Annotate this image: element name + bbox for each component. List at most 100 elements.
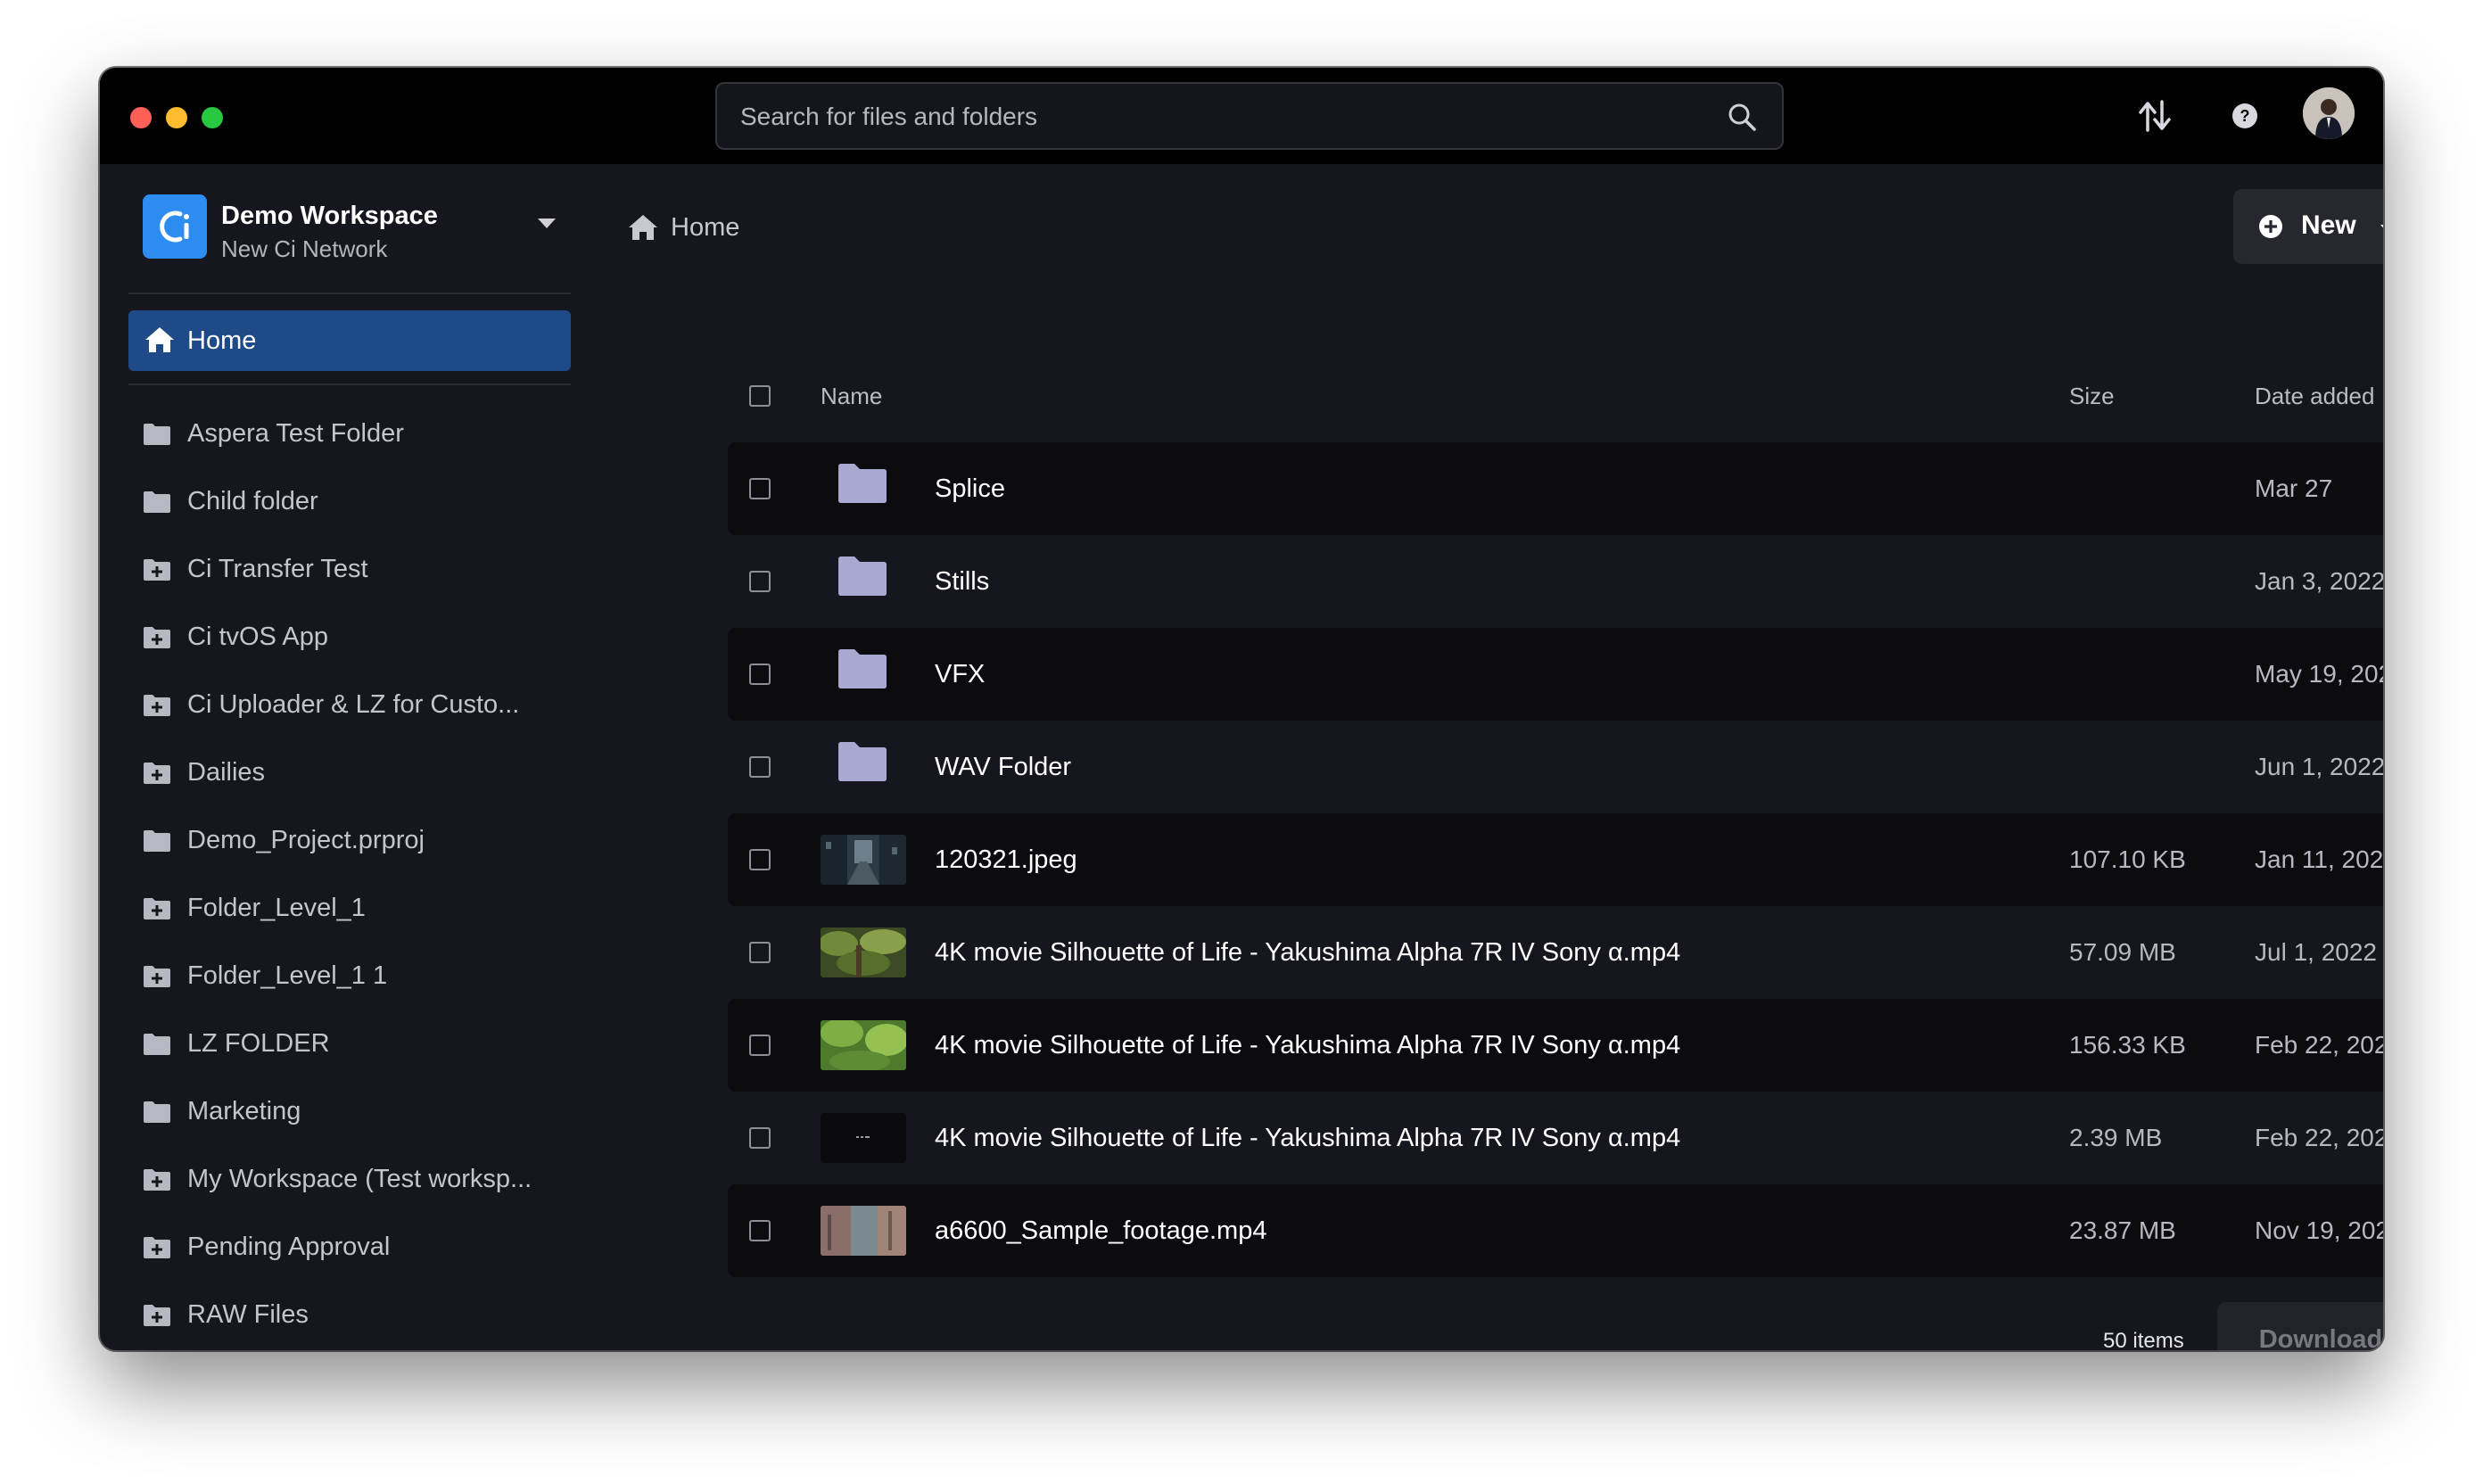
file-name: 4K movie Silhouette of Life - Yakushima … (935, 1124, 1681, 1152)
sidebar-item-label: Dailies (187, 758, 266, 787)
workspace-network: New Ci Network (221, 235, 388, 262)
sidebar-item-label: Demo_Project.prproj (187, 826, 425, 854)
app-window: ? Demo Workspace New Ci Network (100, 68, 2383, 1350)
file-size: 23.87 MB (2069, 1216, 2176, 1244)
video-thumbnail (821, 928, 906, 977)
sidebar-item[interactable]: Dailies (128, 740, 571, 808)
sidebar: Demo Workspace New Ci Network Home Asper… (100, 164, 599, 1350)
table-row[interactable]: 120321.jpeg 107.10 KB Jan 11, 2022 (728, 813, 2383, 906)
row-checkbox[interactable] (749, 1127, 771, 1149)
close-window-button[interactable] (130, 107, 152, 128)
sidebar-item-label: Home (187, 326, 257, 355)
file-name: 4K movie Silhouette of Life - Yakushima … (935, 938, 1681, 967)
table-row[interactable]: 4K movie Silhouette of Life - Yakushima … (728, 1092, 2383, 1184)
table-row[interactable]: WAV Folder Jun 1, 2022 (728, 721, 2383, 813)
file-name: 4K movie Silhouette of Life - Yakushima … (935, 1031, 1681, 1059)
download-button[interactable]: Download (2217, 1302, 2383, 1350)
file-date: Jun 1, 2022 (2255, 753, 2383, 780)
chevron-down-icon (2380, 223, 2383, 239)
workspace-name[interactable]: Demo Workspace (221, 202, 438, 231)
workspace-chevron-down-icon[interactable] (537, 218, 557, 235)
sidebar-item[interactable]: LZ FOLDER (128, 1011, 571, 1079)
folder-plus-icon (143, 897, 171, 925)
sidebar-item-label: Ci tvOS App (187, 622, 328, 651)
breadcrumb-home-icon[interactable] (628, 214, 658, 245)
sidebar-item-label: Pending Approval (187, 1233, 391, 1261)
help-icon[interactable]: ? (2231, 102, 2259, 135)
select-all-checkbox[interactable] (749, 385, 771, 407)
file-date: Jul 1, 2022 (2255, 938, 2377, 966)
sidebar-item-label: RAW Files (187, 1300, 309, 1329)
table-row[interactable]: 4K movie Silhouette of Life - Yakushima … (728, 906, 2383, 999)
table-row[interactable]: 4K movie Silhouette of Life - Yakushima … (728, 999, 2383, 1092)
sidebar-item-label: Child folder (187, 487, 318, 515)
folder-plus-icon (143, 1236, 171, 1264)
column-header-name[interactable]: Name (821, 383, 882, 410)
folder-plus-icon (143, 1168, 171, 1196)
sidebar-item[interactable]: Ci tvOS App (128, 605, 571, 672)
new-button-label: New (2301, 210, 2356, 240)
main-content: Home New Name Size Date added Splice Mar… (599, 164, 2383, 1350)
row-checkbox[interactable] (749, 849, 771, 870)
zoom-window-button[interactable] (202, 107, 223, 128)
folder-plus-icon (143, 762, 171, 789)
folder-icon (837, 740, 888, 787)
search-icon[interactable] (1727, 102, 1757, 136)
new-button[interactable]: New (2233, 189, 2383, 264)
sidebar-item-label: LZ FOLDER (187, 1029, 330, 1058)
home-icon (144, 326, 175, 358)
row-checkbox[interactable] (749, 664, 771, 685)
table-row[interactable]: VFX May 19, 2022 (728, 628, 2383, 721)
video-thumbnail (821, 1020, 906, 1070)
row-checkbox[interactable] (749, 756, 771, 778)
column-header-size[interactable]: Size (2069, 383, 2115, 410)
folder-plus-icon (143, 1304, 171, 1331)
sidebar-item-home[interactable]: Home (128, 310, 571, 371)
item-count: 50 items (2103, 1329, 2184, 1350)
sidebar-item-label: Folder_Level_1 (187, 894, 366, 922)
search-input[interactable] (738, 84, 1705, 150)
sidebar-item[interactable]: Folder_Level_1 1 (128, 944, 571, 1011)
sidebar-item[interactable]: Child folder (128, 469, 571, 537)
row-checkbox[interactable] (749, 1220, 771, 1241)
row-checkbox[interactable] (749, 571, 771, 592)
sidebar-item[interactable]: Pending Approval (128, 1215, 571, 1282)
sidebar-item-label: My Workspace (Test worksp... (187, 1165, 532, 1193)
minimize-window-button[interactable] (166, 107, 187, 128)
sidebar-item[interactable]: Demo_Project.prproj (128, 808, 571, 876)
file-name: WAV Folder (935, 753, 1072, 781)
table-row[interactable]: a6600_Sample_footage.mp4 23.87 MB Nov 19… (728, 1184, 2383, 1277)
sidebar-item-label: Ci Uploader & LZ for Custo... (187, 690, 520, 719)
sidebar-item[interactable]: Folder_Level_1 (128, 876, 571, 944)
file-date: Jan 3, 2022 (2255, 567, 2383, 595)
folder-icon (837, 462, 888, 509)
row-checkbox[interactable] (749, 478, 771, 499)
sidebar-item[interactable]: Ci Transfer Test (128, 537, 571, 605)
sidebar-item[interactable]: Ci Uploader & LZ for Custo... (128, 672, 571, 740)
sidebar-item-label: Marketing (187, 1097, 301, 1125)
file-name: a6600_Sample_footage.mp4 (935, 1216, 1267, 1245)
sidebar-item[interactable]: RAW Files (128, 1282, 571, 1350)
video-thumbnail (821, 1113, 906, 1163)
column-header-date[interactable]: Date added (2255, 383, 2374, 410)
breadcrumb[interactable]: Home (671, 213, 739, 243)
transfers-icon[interactable] (2137, 98, 2173, 138)
table-row[interactable]: Splice Mar 27 (728, 442, 2383, 535)
workspace-logo[interactable] (143, 194, 207, 259)
search-bar (715, 82, 1784, 150)
sidebar-divider (128, 293, 571, 294)
sidebar-divider (128, 383, 571, 385)
sidebar-item[interactable]: Marketing (128, 1079, 571, 1147)
user-avatar[interactable] (2303, 87, 2355, 139)
image-thumbnail (821, 835, 906, 885)
folder-icon (143, 423, 171, 450)
table-row[interactable]: Stills Jan 3, 2022 (728, 535, 2383, 628)
file-name: 120321.jpeg (935, 845, 1077, 874)
row-checkbox[interactable] (749, 1035, 771, 1056)
sidebar-item[interactable]: My Workspace (Test worksp... (128, 1147, 571, 1215)
sidebar-item-label: Aspera Test Folder (187, 419, 404, 448)
sidebar-item[interactable]: Aspera Test Folder (128, 401, 571, 469)
folder-icon (143, 1033, 171, 1060)
folder-icon (143, 829, 171, 857)
row-checkbox[interactable] (749, 942, 771, 963)
